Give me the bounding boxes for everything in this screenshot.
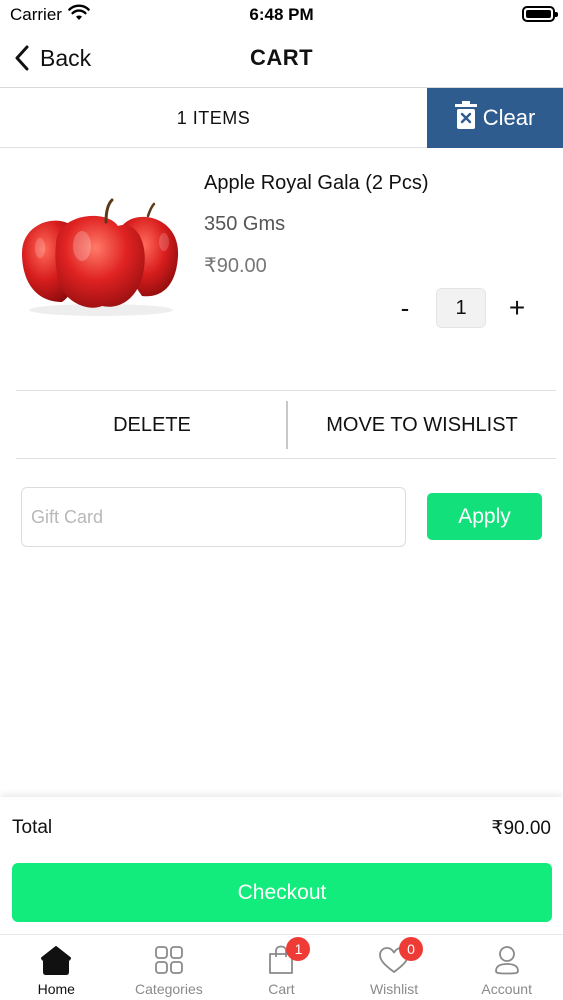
cart-item: Apple Royal Gala (2 Pcs) 350 Gms ₹90.00 …	[0, 148, 563, 390]
checkout-button[interactable]: Checkout	[12, 863, 552, 922]
tab-label: Cart	[268, 981, 295, 997]
home-icon	[39, 943, 73, 977]
tab-categories[interactable]: Categories	[113, 935, 226, 1000]
total-label: Total	[12, 817, 53, 838]
clear-cart-button[interactable]: Clear	[427, 88, 563, 148]
battery-icon	[522, 6, 558, 22]
order-summary: Total ₹90.00 Checkout	[0, 797, 563, 934]
status-bar: Carrier 6:48 PM	[0, 0, 563, 30]
tab-home[interactable]: Home	[0, 935, 113, 1000]
decrease-quantity-button[interactable]: -	[392, 293, 418, 323]
apply-button[interactable]: Apply	[427, 493, 542, 540]
chevron-left-icon	[14, 45, 30, 71]
items-count: 1 ITEMS	[176, 108, 251, 128]
quantity-value: 1	[436, 288, 486, 328]
tab-label: Categories	[135, 981, 203, 997]
gift-card-input[interactable]	[21, 487, 406, 547]
increase-quantity-button[interactable]: +	[503, 293, 531, 323]
product-weight: 350 Gms	[204, 213, 286, 235]
nav-bar: Back CART	[0, 30, 563, 88]
tab-label: Wishlist	[369, 981, 419, 997]
cart-header: 1 ITEMS Clear	[0, 88, 563, 148]
move-to-wishlist-button[interactable]: MOVE TO WISHLIST	[288, 391, 556, 459]
delete-button[interactable]: DELETE	[16, 391, 288, 459]
tab-label: Home	[37, 981, 75, 997]
account-icon	[490, 943, 524, 977]
tab-bar: Home Categories 1 Cart 0 Wishlist Accoun…	[0, 934, 563, 1000]
cart-badge: 1	[286, 937, 311, 961]
item-actions: DELETE MOVE TO WISHLIST	[16, 390, 556, 459]
back-button[interactable]: Back	[14, 42, 91, 74]
clear-label: Clear	[482, 105, 536, 130]
product-name: Apple Royal Gala (2 Pcs)	[204, 172, 429, 194]
back-label: Back	[40, 44, 92, 71]
clock: 6:48 PM	[249, 5, 314, 24]
tab-label: Account	[481, 981, 532, 997]
wishlist-badge: 0	[399, 937, 424, 961]
tab-account[interactable]: Account	[450, 935, 563, 1000]
tab-cart[interactable]: 1 Cart	[225, 935, 338, 1000]
categories-icon	[152, 943, 186, 977]
heart-icon: 0	[377, 937, 424, 977]
total-value: ₹90.00	[491, 818, 551, 839]
product-price: ₹90.00	[204, 255, 267, 277]
cart-icon: 1	[264, 937, 311, 977]
tab-wishlist[interactable]: 0 Wishlist	[338, 935, 451, 1000]
product-image	[18, 198, 184, 318]
trash-icon	[454, 101, 483, 135]
